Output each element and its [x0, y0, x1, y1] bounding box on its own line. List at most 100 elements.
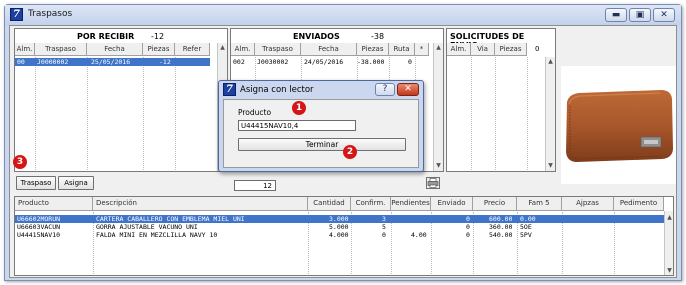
col-header-piezas[interactable]: Piezas [495, 43, 527, 56]
col-header-piezas[interactable]: Piezas [143, 43, 175, 56]
scroll-up-arrow[interactable]: ▲ [546, 57, 555, 66]
col-header-traspaso[interactable]: Traspaso [255, 43, 301, 56]
col-header-fecha[interactable]: Fecha [301, 43, 357, 56]
cell-fam5: 5PV [520, 231, 532, 239]
por-recibir-grid[interactable]: POR RECIBIR -12 Alm. Traspaso Fecha Piez… [14, 28, 228, 172]
cell-piezas: -38.000 [357, 58, 385, 66]
asigna-button[interactable]: Asigna [58, 176, 94, 190]
cell-producto: U66603VACUN [17, 223, 61, 231]
asigna-dialog: 7 Asigna con lector ? ✕ Producto U44415N… [218, 80, 424, 172]
por-recibir-count: -12 [151, 32, 165, 41]
col-header-alm[interactable]: Alm. [231, 43, 255, 56]
detalle-scrollbar[interactable]: ▲ ▼ [664, 211, 673, 275]
cell-cantidad: 3.000 [329, 215, 349, 223]
cell-descripcion: GORRA AJUSTABLE VACUNO UNI [96, 223, 198, 231]
cell-pendientes: 4.00 [411, 231, 427, 239]
cell-cantidad: 5.000 [329, 223, 349, 231]
col-header-ajpzas[interactable]: Ajpzas [562, 197, 614, 211]
solicitudes-count: 0 [535, 45, 540, 53]
cell-fecha: 24/05/2016 [304, 58, 344, 66]
col-header-refer[interactable]: Refer [175, 43, 210, 56]
producto-input[interactable]: U44415NAV10,4 [238, 120, 356, 131]
total-field[interactable]: 12 [234, 180, 276, 191]
col-header-enviado[interactable]: Enviado [431, 197, 473, 211]
dialog-title: Asigna con lector [240, 85, 314, 95]
solicitudes-grid[interactable]: SOLICITUDES DE ENVIO Alm. Via Piezas 0 ▲… [446, 28, 556, 172]
dialog-app-icon: 7 [223, 83, 236, 96]
scroll-up-arrow[interactable]: ▲ [665, 213, 673, 222]
enviados-title: ENVIADOS [293, 32, 340, 41]
cell-precio: 360.00 [489, 223, 513, 231]
scroll-down-arrow[interactable]: ▼ [434, 161, 443, 170]
dialog-close-button[interactable]: ✕ [397, 83, 419, 96]
col-header-producto[interactable]: Producto [15, 197, 93, 211]
cell-fam5: 0.00 [520, 215, 536, 223]
cell-enviado: 0 [466, 215, 470, 223]
producto-label: Producto [238, 108, 272, 117]
app-icon: 7 [10, 8, 23, 21]
cell-confirm: 5 [382, 223, 386, 231]
scroll-down-arrow[interactable]: ▼ [546, 161, 555, 170]
cell-ruta: 0 [408, 58, 412, 66]
wallet-image [566, 90, 673, 162]
solicitudes-scrollbar[interactable]: ▲ ▼ [545, 57, 555, 171]
product-image [561, 66, 676, 184]
detalle-grid[interactable]: Producto Descripción Cantidad Confirm. P… [14, 196, 674, 276]
col-header-ruta[interactable]: Ruta [389, 43, 415, 56]
cell-fam5: 5OE [520, 223, 532, 231]
marker-3: 3 [13, 155, 27, 169]
cell-producto: U66602MORUN [17, 215, 61, 223]
cell-precio: 600.00 [489, 215, 513, 223]
col-header-piezas[interactable]: Piezas [357, 43, 389, 56]
table-row[interactable]: 002 J0030002 24/05/2016 -38.000 0 [231, 58, 429, 66]
col-header-fecha[interactable]: Fecha [87, 43, 143, 56]
cell-confirm: 3 [382, 215, 386, 223]
terminar-button[interactable]: Terminar [238, 138, 406, 151]
col-header-descripcion[interactable]: Descripción [93, 197, 308, 211]
title-bar[interactable]: 7 Traspasos ▬ ▣ ✕ [5, 5, 681, 25]
col-header-alm[interactable]: Alm. [447, 43, 471, 56]
print-button[interactable] [426, 177, 440, 189]
table-row[interactable]: U44415NAV10 FALDA MINI EN MEZCLILLA NAVY… [15, 231, 664, 239]
scroll-up-arrow[interactable]: ▲ [218, 43, 227, 52]
col-header-via[interactable]: Via [471, 43, 495, 56]
col-header-confirm[interactable]: Confirm. [351, 197, 391, 211]
col-header-pedimento[interactable]: Pedimento [614, 197, 664, 211]
scroll-down-arrow[interactable]: ▼ [665, 266, 673, 275]
cell-traspaso: J0000002 [37, 58, 69, 66]
col-header-precio[interactable]: Precio [473, 197, 517, 211]
close-button[interactable]: ✕ [653, 8, 675, 22]
por-recibir-title: POR RECIBIR [77, 32, 135, 41]
printer-icon [427, 178, 439, 188]
cell-alm: 00 [17, 58, 25, 66]
table-row[interactable]: U66602MORUN CARTERA CABALLERO CON EMBLEM… [15, 215, 664, 223]
restore-button[interactable]: ▣ [629, 8, 651, 22]
cell-traspaso: J0030002 [257, 58, 289, 66]
col-header-traspaso[interactable]: Traspaso [35, 43, 87, 56]
cell-descripcion: FALDA MINI EN MEZCLILLA NAVY 10 [96, 231, 218, 239]
dialog-client: Producto U44415NAV10,4 Terminar [223, 99, 419, 168]
traspaso-button[interactable]: Traspaso [16, 176, 56, 190]
col-header-alm[interactable]: Alm. [15, 43, 35, 56]
cell-descripcion: CARTERA CABALLERO CON EMBLEMA MIEL UNI [96, 215, 245, 223]
cell-alm: 002 [233, 58, 245, 66]
table-row[interactable]: 00 J0000002 25/05/2016 -12 [15, 58, 210, 66]
minimize-button[interactable]: ▬ [605, 8, 627, 22]
enviados-scrollbar[interactable]: ▲ ▼ [433, 43, 443, 171]
window-title: Traspasos [28, 9, 73, 19]
col-header-star[interactable]: * [415, 43, 429, 56]
table-row[interactable]: U66603VACUN GORRA AJUSTABLE VACUNO UNI 5… [15, 223, 664, 231]
cell-enviado: 0 [466, 223, 470, 231]
marker-2: 2 [343, 145, 357, 159]
marker-1: 1 [292, 101, 306, 115]
cell-precio: 540.00 [489, 231, 513, 239]
enviados-count: -38 [371, 32, 385, 41]
col-header-pendientes[interactable]: Pendientes [391, 197, 431, 211]
col-header-cantidad[interactable]: Cantidad [308, 197, 351, 211]
cell-piezas: -12 [159, 58, 171, 66]
cell-fecha: 25/05/2016 [91, 58, 131, 66]
col-header-fam5[interactable]: Fam 5 [517, 197, 562, 211]
scroll-up-arrow[interactable]: ▲ [434, 43, 443, 52]
dialog-help-button[interactable]: ? [375, 83, 395, 96]
cell-producto: U44415NAV10 [17, 231, 61, 239]
